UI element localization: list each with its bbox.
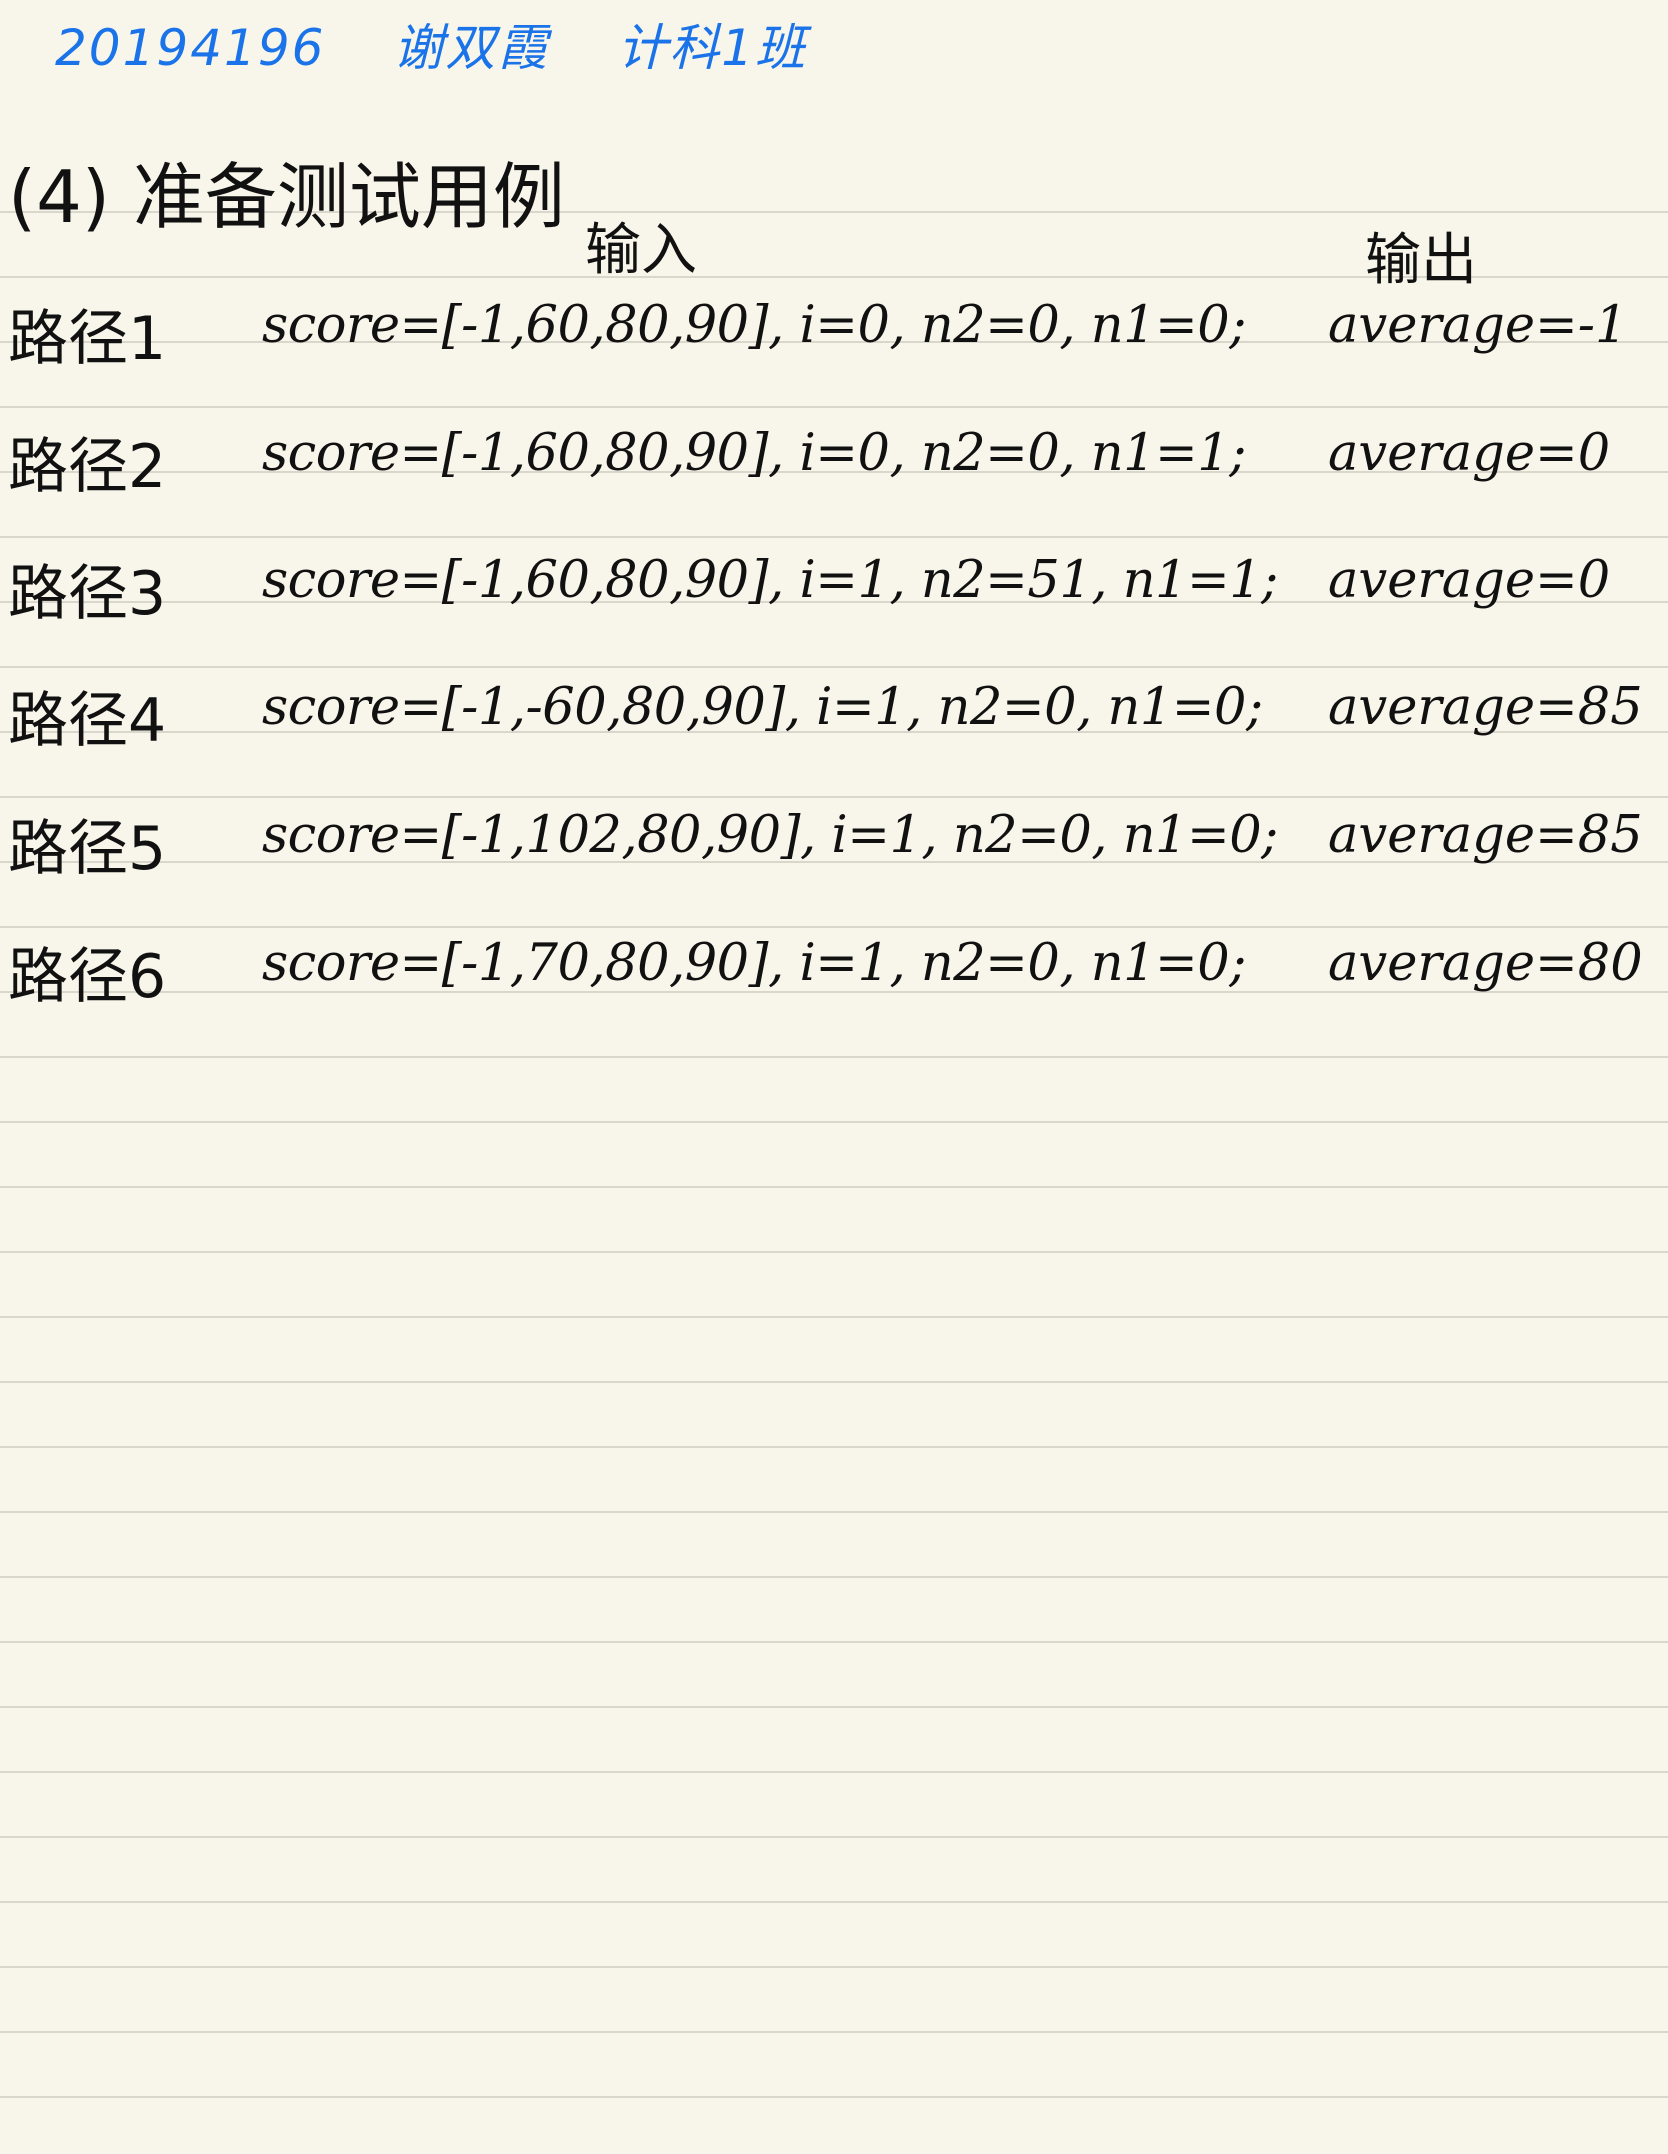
path-label: 路径4 <box>8 686 167 756</box>
test-case-row-4: 路径4 score=[-1,-60,80,90], i=1, n2=0, n1=… <box>0 672 1668 772</box>
column-header-input: 输入 <box>585 218 697 283</box>
test-case-row-2: 路径2 score=[-1,60,80,90], i=0, n2=0, n1=1… <box>0 418 1668 518</box>
path-input: score=[-1,70,80,90], i=1, n2=0, n1=0; <box>262 934 1246 993</box>
test-case-row-3: 路径3 score=[-1,60,80,90], i=1, n2=51, n1=… <box>0 545 1668 645</box>
student-id: 20194196 <box>55 19 326 77</box>
path-input: score=[-1,60,80,90], i=1, n2=51, n1=1; <box>262 551 1278 610</box>
path-output: average=0 <box>1328 551 1611 610</box>
path-label: 路径3 <box>8 559 167 629</box>
path-input: score=[-1,-60,80,90], i=1, n2=0, n1=0; <box>262 678 1263 737</box>
path-input: score=[-1,102,80,90], i=1, n2=0, n1=0; <box>262 806 1278 865</box>
path-output: average=85 <box>1328 806 1643 865</box>
path-output: average=-1 <box>1328 296 1628 355</box>
section-title: (4) 准备测试用例 <box>8 155 565 239</box>
path-label: 路径2 <box>8 432 167 502</box>
path-label: 路径5 <box>8 814 167 884</box>
test-case-row-6: 路径6 score=[-1,70,80,90], i=1, n2=0, n1=0… <box>0 928 1668 1028</box>
path-output: average=85 <box>1328 678 1643 737</box>
student-name: 谢双霞 <box>393 19 550 77</box>
path-output: average=80 <box>1328 934 1643 993</box>
path-input: score=[-1,60,80,90], i=0, n2=0, n1=0; <box>262 296 1246 355</box>
path-input: score=[-1,60,80,90], i=0, n2=0, n1=1; <box>262 424 1246 483</box>
path-output: average=0 <box>1328 424 1611 483</box>
path-label: 路径6 <box>8 942 167 1012</box>
test-case-row-1: 路径1 score=[-1,60,80,90], i=0, n2=0, n1=0… <box>0 290 1668 390</box>
test-case-row-5: 路径5 score=[-1,102,80,90], i=1, n2=0, n1=… <box>0 800 1668 900</box>
student-class: 计科1班 <box>617 19 808 77</box>
column-header-output: 输出 <box>1365 228 1477 293</box>
page-header: 20194196 谢双霞 计科1班 <box>55 8 857 80</box>
path-label: 路径1 <box>8 304 167 374</box>
